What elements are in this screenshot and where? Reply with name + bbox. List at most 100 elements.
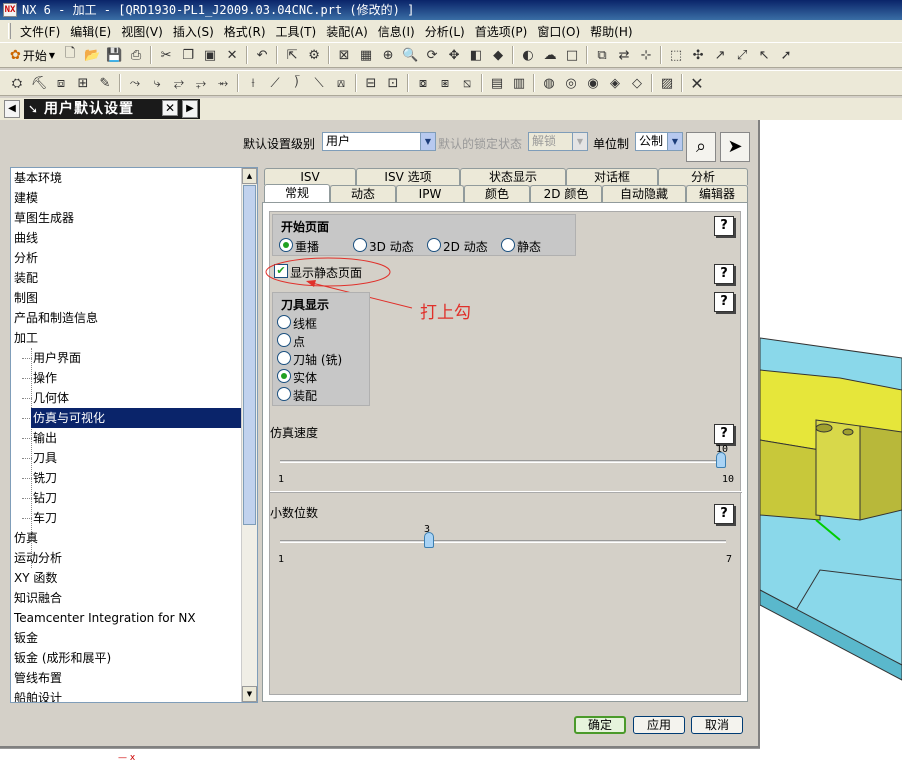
menu-file[interactable]: 文件(F) — [15, 23, 65, 40]
radio-point[interactable] — [277, 333, 291, 347]
tree-item-motion[interactable]: 运动分析 — [14, 548, 62, 568]
tree-item-teamcenter[interactable]: Teamcenter Integration for NX — [14, 608, 196, 628]
create-method-icon[interactable]: ⊞ — [73, 73, 93, 93]
tree-item-user-interface[interactable]: 用户界面 — [33, 348, 81, 368]
menu-view[interactable]: 视图(V) — [116, 23, 168, 40]
pan-icon[interactable]: ✥ — [444, 45, 464, 65]
selection-filter-icon[interactable]: ⬚ — [666, 45, 686, 65]
tree-item-tool[interactable]: 刀具 — [33, 448, 57, 468]
chevron-right-icon[interactable]: ▶ — [182, 100, 198, 118]
select-icon[interactable]: ⇱ — [282, 45, 302, 65]
graphics-viewport[interactable] — [760, 120, 902, 767]
radio-2d-dynamic[interactable] — [427, 238, 441, 252]
menu-assembly[interactable]: 装配(A) — [321, 23, 373, 40]
chevron-down-icon[interactable]: ▼ — [420, 133, 435, 150]
category-tree[interactable]: 基本环境 建模 草图生成器 曲线 分析 装配 制图 产品和制造信息 加工 用户界… — [10, 167, 258, 703]
radio-tool-axis[interactable] — [277, 351, 291, 365]
delete-object-icon[interactable]: ⟎ — [331, 73, 351, 93]
tab-ipw[interactable]: IPW — [396, 185, 464, 202]
move-layer-icon[interactable]: ⇄ — [614, 45, 634, 65]
radio-wireframe[interactable] — [277, 315, 291, 329]
close-icon[interactable]: ✕ — [162, 100, 178, 116]
generate-path-icon[interactable]: ⤳ — [125, 73, 145, 93]
snap-end-icon[interactable]: ↗ — [710, 45, 730, 65]
rotate-icon[interactable]: ⟳ — [422, 45, 442, 65]
tree-item-curve[interactable]: 曲线 — [14, 228, 38, 248]
verify-path-icon[interactable]: ⥅ — [191, 73, 211, 93]
apply-button[interactable]: 应用 — [633, 716, 685, 734]
tree-item-manufacturing[interactable]: 加工 — [14, 328, 38, 348]
paste-icon[interactable]: ▣ — [200, 45, 220, 65]
tree-item-assembly[interactable]: 装配 — [14, 268, 38, 288]
manage-defaults-icon[interactable]: ➤ — [720, 132, 750, 162]
view-orient-icon[interactable]: ◧ — [466, 45, 486, 65]
tree-item-knowledge-fusion[interactable]: 知识融合 — [14, 588, 62, 608]
snap-point-icon[interactable]: ✣ — [688, 45, 708, 65]
help-icon[interactable]: ? — [714, 424, 734, 444]
chevron-down-icon[interactable]: ▼ — [667, 133, 682, 150]
tree-item-drafting[interactable]: 制图 — [14, 288, 38, 308]
command-finder-icon[interactable]: ⚙ — [304, 45, 324, 65]
fit-view-icon[interactable]: ⊠ — [334, 45, 354, 65]
tab-dynamic[interactable]: 动态 — [330, 185, 396, 202]
tree-item-sketch[interactable]: 草图生成器 — [14, 208, 74, 228]
zoom-icon[interactable]: ⊕ — [378, 45, 398, 65]
radio-replay[interactable] — [279, 238, 293, 252]
copy-object-icon[interactable]: ⟌ — [287, 73, 307, 93]
start-button[interactable]: ✿ 开始 ▼ — [6, 47, 59, 64]
tree-item-routing[interactable]: 管线布置 — [14, 668, 62, 688]
tab-dialog[interactable]: 对话框 — [566, 168, 658, 185]
menu-edit[interactable]: 编辑(E) — [65, 23, 116, 40]
tree-item-simulation[interactable]: 仿真 — [14, 528, 38, 548]
tree-item-simulation-visualization[interactable]: 仿真与可视化 — [31, 408, 241, 428]
ok-button[interactable]: 确定 — [574, 716, 626, 734]
replay-path-icon[interactable]: ⤷ — [147, 73, 167, 93]
tab-general[interactable]: 常规 — [264, 184, 330, 202]
tree-item-pmi[interactable]: 产品和制造信息 — [14, 308, 98, 328]
tree-item-analysis[interactable]: 分析 — [14, 248, 38, 268]
geometry-view-icon[interactable]: ⧇ — [413, 73, 433, 93]
menu-format[interactable]: 格式(R) — [219, 23, 271, 40]
scroll-up-icon[interactable]: ▲ — [242, 168, 257, 184]
tree-item-sheet-metal[interactable]: 钣金 — [14, 628, 38, 648]
tab-status-display[interactable]: 状态显示 — [460, 168, 566, 185]
create-geometry-icon[interactable]: ⧈ — [51, 73, 71, 93]
zoom-in-icon[interactable]: 🔍 — [400, 45, 420, 65]
tree-item-sheet-metal-flat[interactable]: 钣金 (成形和展平) — [14, 648, 111, 668]
help-icon[interactable]: ? — [714, 292, 734, 312]
scroll-thumb[interactable] — [243, 185, 256, 525]
render-style-icon[interactable]: ◐ — [518, 45, 538, 65]
menu-information[interactable]: 信息(I) — [373, 23, 420, 40]
create-tool-icon[interactable]: ⛏ — [29, 73, 49, 93]
binoculars-icon[interactable]: ⌕ — [686, 132, 716, 162]
list-path-icon[interactable]: ⥂ — [169, 73, 189, 93]
new-file-icon[interactable]: 🗋 — [60, 45, 80, 65]
tab-editor[interactable]: 编辑器 — [686, 185, 748, 202]
help-icon[interactable]: ? — [714, 504, 734, 524]
tab-auto-hide[interactable]: 自动隐藏 — [602, 185, 686, 202]
tab-analysis[interactable]: 分析 — [658, 168, 748, 185]
tree-item-output[interactable]: 输出 — [33, 428, 57, 448]
create-operation-icon[interactable]: ✎ — [95, 73, 115, 93]
chevron-left-icon[interactable]: ◀ — [4, 100, 20, 118]
snap-mid-icon[interactable]: ⤢ — [732, 45, 752, 65]
tab-isv[interactable]: ISV — [264, 168, 356, 185]
tab-2d-color[interactable]: 2D 颜色 — [530, 185, 602, 202]
cut-icon[interactable]: ✂ — [156, 45, 176, 65]
feature-icon[interactable]: ◍ — [539, 73, 559, 93]
radio-solid[interactable] — [277, 369, 291, 383]
defaults-level-select[interactable]: 用户 ▼ — [322, 132, 436, 151]
tree-item-drill-tool[interactable]: 钻刀 — [33, 488, 57, 508]
decimals-slider[interactable] — [424, 532, 434, 548]
tree-item-lathe-tool[interactable]: 车刀 — [33, 508, 57, 528]
undo-icon[interactable]: ↶ — [252, 45, 272, 65]
unit-system-select[interactable]: 公制 ▼ — [635, 132, 683, 151]
cut-object-icon[interactable]: ⟋ — [265, 73, 285, 93]
tool-path-icon[interactable]: ◎ — [561, 73, 581, 93]
tree-item-ship-design[interactable]: 船舶设计 — [14, 688, 62, 702]
save-icon[interactable]: 💾 — [104, 45, 124, 65]
background-icon[interactable]: □ — [562, 45, 582, 65]
menu-window[interactable]: 窗口(O) — [532, 23, 585, 40]
radio-static[interactable] — [501, 238, 515, 252]
help-icon[interactable]: ? — [714, 216, 734, 236]
